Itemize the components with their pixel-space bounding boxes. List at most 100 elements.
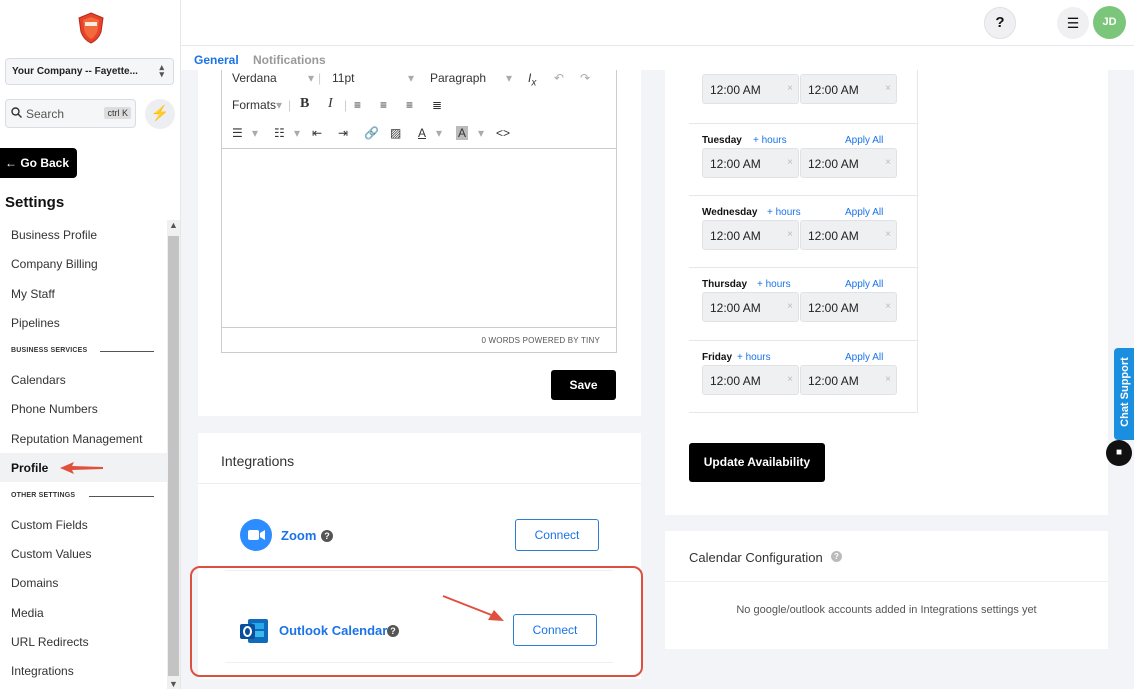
tab-notifications[interactable]: Notifications — [253, 53, 326, 67]
clear-icon[interactable]: × — [787, 301, 793, 312]
day-thursday: Thursday + hours Apply All 12:00 AM × 12:… — [689, 267, 917, 339]
apply-all-link[interactable]: Apply All — [845, 352, 883, 363]
search-shortcut: ctrl K — [104, 107, 131, 119]
clear-icon[interactable]: × — [787, 157, 793, 168]
end-time-input[interactable]: 12:00 AM × — [800, 220, 897, 250]
zoom-connect-button[interactable]: Connect — [515, 519, 599, 551]
sidebar-item-business-profile[interactable]: Business Profile — [0, 220, 167, 249]
align-center-icon[interactable]: ≡ — [380, 98, 387, 112]
toolbar-divider: | — [288, 98, 292, 112]
add-hours-link[interactable]: + hours — [737, 352, 771, 363]
statusbar-separator — [222, 327, 616, 328]
outdent-icon[interactable]: ⇤ — [312, 126, 322, 140]
scroll-up-icon[interactable]: ▲ — [169, 220, 178, 230]
sidebar-item-pipelines[interactable]: Pipelines — [0, 308, 167, 337]
start-time-input[interactable]: 12:00 AM × — [702, 148, 799, 178]
sidebar-item-company-billing[interactable]: Company Billing — [0, 249, 167, 278]
end-time-input[interactable]: 12:00 AM × — [800, 365, 897, 395]
block-format-select[interactable]: Paragraph — [430, 71, 486, 85]
redo-icon[interactable]: ↷ — [580, 71, 590, 85]
update-availability-button[interactable]: Update Availability — [689, 443, 825, 482]
editor-toolbar-row-3: ☰ ▾ ☷ ▾ ⇤ ⇥ 🔗 ▨ A ▾ A ▾ <> — [222, 121, 616, 147]
arrow-left-icon: ← — [5, 156, 17, 170]
clear-icon[interactable]: × — [885, 157, 891, 168]
bullet-list-icon[interactable]: ☰ — [232, 126, 243, 140]
start-time-input[interactable]: 12:00 AM × — [702, 292, 799, 322]
background-color-icon[interactable]: A — [456, 126, 469, 140]
apply-all-link[interactable]: Apply All — [845, 279, 883, 290]
toolbar-separator — [222, 148, 616, 149]
end-time-input[interactable]: 12:00 AM × — [800, 148, 897, 178]
editor-toolbar-row-2: Formats ▾ | B I | ≡ ≡ ≡ ≣ — [222, 93, 616, 119]
go-back-button[interactable]: ← Go Back — [0, 148, 77, 178]
sidebar-item-url-redirects[interactable]: URL Redirects — [0, 627, 167, 656]
sidebar-item-custom-fields[interactable]: Custom Fields — [0, 510, 167, 539]
company-switcher[interactable]: Your Company -- Fayette... ▴ ▾ — [5, 58, 174, 85]
align-left-icon[interactable]: ≡ — [354, 98, 361, 112]
clear-icon[interactable]: × — [885, 301, 891, 312]
clear-icon[interactable]: × — [787, 83, 793, 94]
apply-all-link[interactable]: Apply All — [845, 135, 883, 146]
chevron-down-icon: ▾ — [436, 126, 443, 140]
zoom-name: Zoom — [281, 528, 317, 543]
save-button[interactable]: Save — [551, 370, 616, 400]
add-hours-link[interactable]: + hours — [757, 279, 791, 290]
clear-icon[interactable]: × — [885, 374, 891, 385]
list-menu-button[interactable]: ☰ — [1057, 7, 1089, 39]
clear-icon[interactable]: × — [885, 83, 891, 94]
source-code-icon[interactable]: <> — [496, 126, 510, 140]
end-time-input[interactable]: 12:00 AM × — [800, 292, 897, 322]
chat-support-tab[interactable]: Chat Support — [1114, 348, 1134, 440]
sidebar-item-reputation-management[interactable]: Reputation Management — [0, 424, 167, 453]
italic-icon[interactable]: I — [328, 96, 333, 112]
divider — [665, 581, 1108, 582]
clear-icon[interactable]: × — [885, 229, 891, 240]
quick-actions-button[interactable]: ⚡ — [145, 99, 175, 129]
tab-general[interactable]: General — [194, 53, 239, 67]
end-time-input[interactable]: 12:00 AM × — [800, 74, 897, 104]
clear-icon[interactable]: × — [787, 229, 793, 240]
clear-format-icon[interactable]: Ix — [528, 71, 536, 88]
calendar-configuration-title: Calendar Configuration — [689, 550, 823, 565]
image-icon[interactable]: ▨ — [390, 126, 401, 140]
help-button[interactable]: ? — [984, 7, 1016, 39]
settings-title: Settings — [5, 194, 65, 211]
font-family-select[interactable]: Verdana — [232, 71, 277, 85]
start-time-input[interactable]: 12:00 AM × — [702, 365, 799, 395]
start-time-input[interactable]: 12:00 AM × — [702, 74, 799, 104]
clear-icon[interactable]: × — [787, 374, 793, 385]
chat-bubble-icon[interactable]: ■ — [1106, 440, 1132, 466]
start-time-input[interactable]: 12:00 AM × — [702, 220, 799, 250]
help-icon[interactable]: ? — [831, 551, 842, 562]
sidebar-item-phone-numbers[interactable]: Phone Numbers — [0, 394, 167, 423]
numbered-list-icon[interactable]: ☷ — [274, 126, 285, 140]
align-right-icon[interactable]: ≡ — [406, 98, 413, 112]
add-hours-link[interactable]: + hours — [753, 135, 787, 146]
font-size-select[interactable]: 11pt — [332, 71, 354, 85]
align-justify-icon[interactable]: ≣ — [432, 98, 442, 112]
sidebar-item-integrations[interactable]: Integrations — [0, 656, 167, 685]
avatar[interactable]: JD — [1093, 6, 1126, 39]
add-hours-link[interactable]: + hours — [767, 207, 801, 218]
sidebar-item-media[interactable]: Media — [0, 598, 167, 627]
search-input[interactable]: Search ctrl K — [5, 99, 136, 128]
indent-icon[interactable]: ⇥ — [338, 126, 348, 140]
link-icon[interactable]: 🔗 — [364, 126, 379, 140]
apply-all-link[interactable]: Apply All — [845, 207, 883, 218]
sidebar-scrollbar[interactable]: ▲ ▼ — [167, 220, 180, 689]
formats-menu[interactable]: Formats — [232, 98, 276, 112]
bold-icon[interactable]: B — [300, 96, 309, 112]
sidebar-item-my-staff[interactable]: My Staff — [0, 279, 167, 308]
chevron-down-icon: ▾ — [276, 98, 283, 112]
sidebar-item-custom-values[interactable]: Custom Values — [0, 539, 167, 568]
text-color-icon[interactable]: A — [418, 126, 426, 140]
scroll-down-icon[interactable]: ▼ — [169, 679, 178, 689]
section-business-services: BUSINESS SERVICES — [11, 347, 88, 354]
scrollbar-thumb[interactable] — [168, 236, 179, 676]
rich-text-editor[interactable]: Verdana ▾ | 11pt ▾ Paragraph ▾ Ix ↶ ↷ Fo… — [221, 70, 617, 353]
sidebar-item-calendars[interactable]: Calendars — [0, 365, 167, 394]
empty-state-message: No google/outlook accounts added in Inte… — [736, 604, 1037, 616]
sidebar-item-domains[interactable]: Domains — [0, 568, 167, 597]
undo-icon[interactable]: ↶ — [554, 71, 564, 85]
help-icon[interactable]: ? — [321, 530, 333, 542]
